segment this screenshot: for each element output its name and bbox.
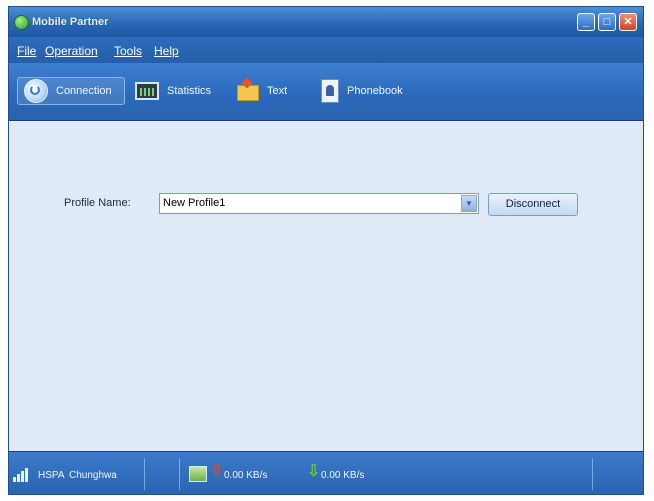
upload-rate: 0.00 KB/s <box>224 470 268 481</box>
download-rate: 0.00 KB/s <box>321 470 365 481</box>
upload-arrow-icon: ⇧ <box>210 463 224 480</box>
connection-icon <box>24 79 48 103</box>
toolbar-statistics[interactable]: Statistics <box>129 77 217 105</box>
toolbar-label: Phonebook <box>347 85 403 97</box>
download-arrow-icon: ⇩ <box>307 463 321 480</box>
connection-panel: Profile Name: New Profile1 ▼ Disconnect <box>9 121 643 454</box>
statistics-icon <box>135 82 159 100</box>
main-toolbar: Connection Statistics Text Phonebook <box>9 63 643 121</box>
operator-name: Chunghwa <box>69 470 117 481</box>
close-button[interactable]: ✕ <box>619 13 637 31</box>
text-message-icon <box>237 85 259 101</box>
menu-operation[interactable]: Operation <box>45 44 98 58</box>
network-traffic-icon <box>189 466 207 482</box>
toolbar-label: Statistics <box>167 85 212 97</box>
toolbar-connection[interactable]: Connection <box>17 77 125 105</box>
toolbar-phonebook[interactable]: Phonebook <box>315 77 409 105</box>
window-title: Mobile Partner <box>32 16 109 28</box>
network-type: HSPA <box>38 470 65 481</box>
disconnect-button[interactable]: Disconnect <box>488 193 578 216</box>
profile-name-select[interactable]: New Profile1 ▼ <box>159 193 479 214</box>
menu-tools[interactable]: Tools <box>114 44 142 58</box>
minimize-button[interactable]: _ <box>577 13 595 31</box>
signal-strength-icon <box>13 466 33 482</box>
toolbar-label: Text <box>267 85 288 97</box>
phonebook-icon <box>321 79 339 103</box>
title-bar[interactable]: Mobile Partner _ □ ✕ <box>9 7 643 37</box>
menu-bar: File Operation Tools Help <box>9 37 643 63</box>
profile-name-value: New Profile1 <box>163 197 226 209</box>
mobile-partner-window: Mobile Partner _ □ ✕ File Operation Tool… <box>8 6 644 495</box>
app-icon <box>14 15 29 30</box>
menu-file[interactable]: File <box>17 44 36 58</box>
status-divider <box>592 458 593 490</box>
chevron-down-icon[interactable]: ▼ <box>461 195 477 212</box>
menu-help[interactable]: Help <box>154 44 179 58</box>
status-divider <box>179 458 180 490</box>
maximize-button[interactable]: □ <box>598 13 616 31</box>
status-divider <box>144 458 145 490</box>
toolbar-label: Connection <box>56 85 112 97</box>
toolbar-text[interactable]: Text <box>231 77 293 105</box>
profile-name-label: Profile Name: <box>64 197 131 209</box>
status-bar: HSPA Chunghwa ⇧ 0.00 KB/s ⇩ 0.00 KB/s <box>9 451 643 494</box>
